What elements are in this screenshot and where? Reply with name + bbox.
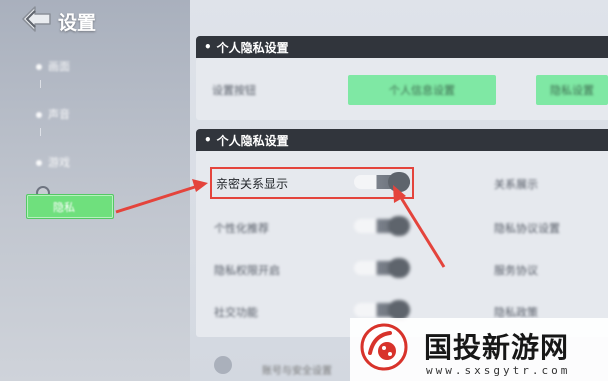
- watermark-url: www.sxsgytr.com: [426, 364, 571, 377]
- watermark: 国投新游网 www.sxsgytr.com: [350, 318, 608, 381]
- arrowhead-icon: [192, 179, 208, 192]
- watermark-logo-icon: [360, 323, 408, 371]
- watermark-brand: 国投新游网: [424, 331, 570, 364]
